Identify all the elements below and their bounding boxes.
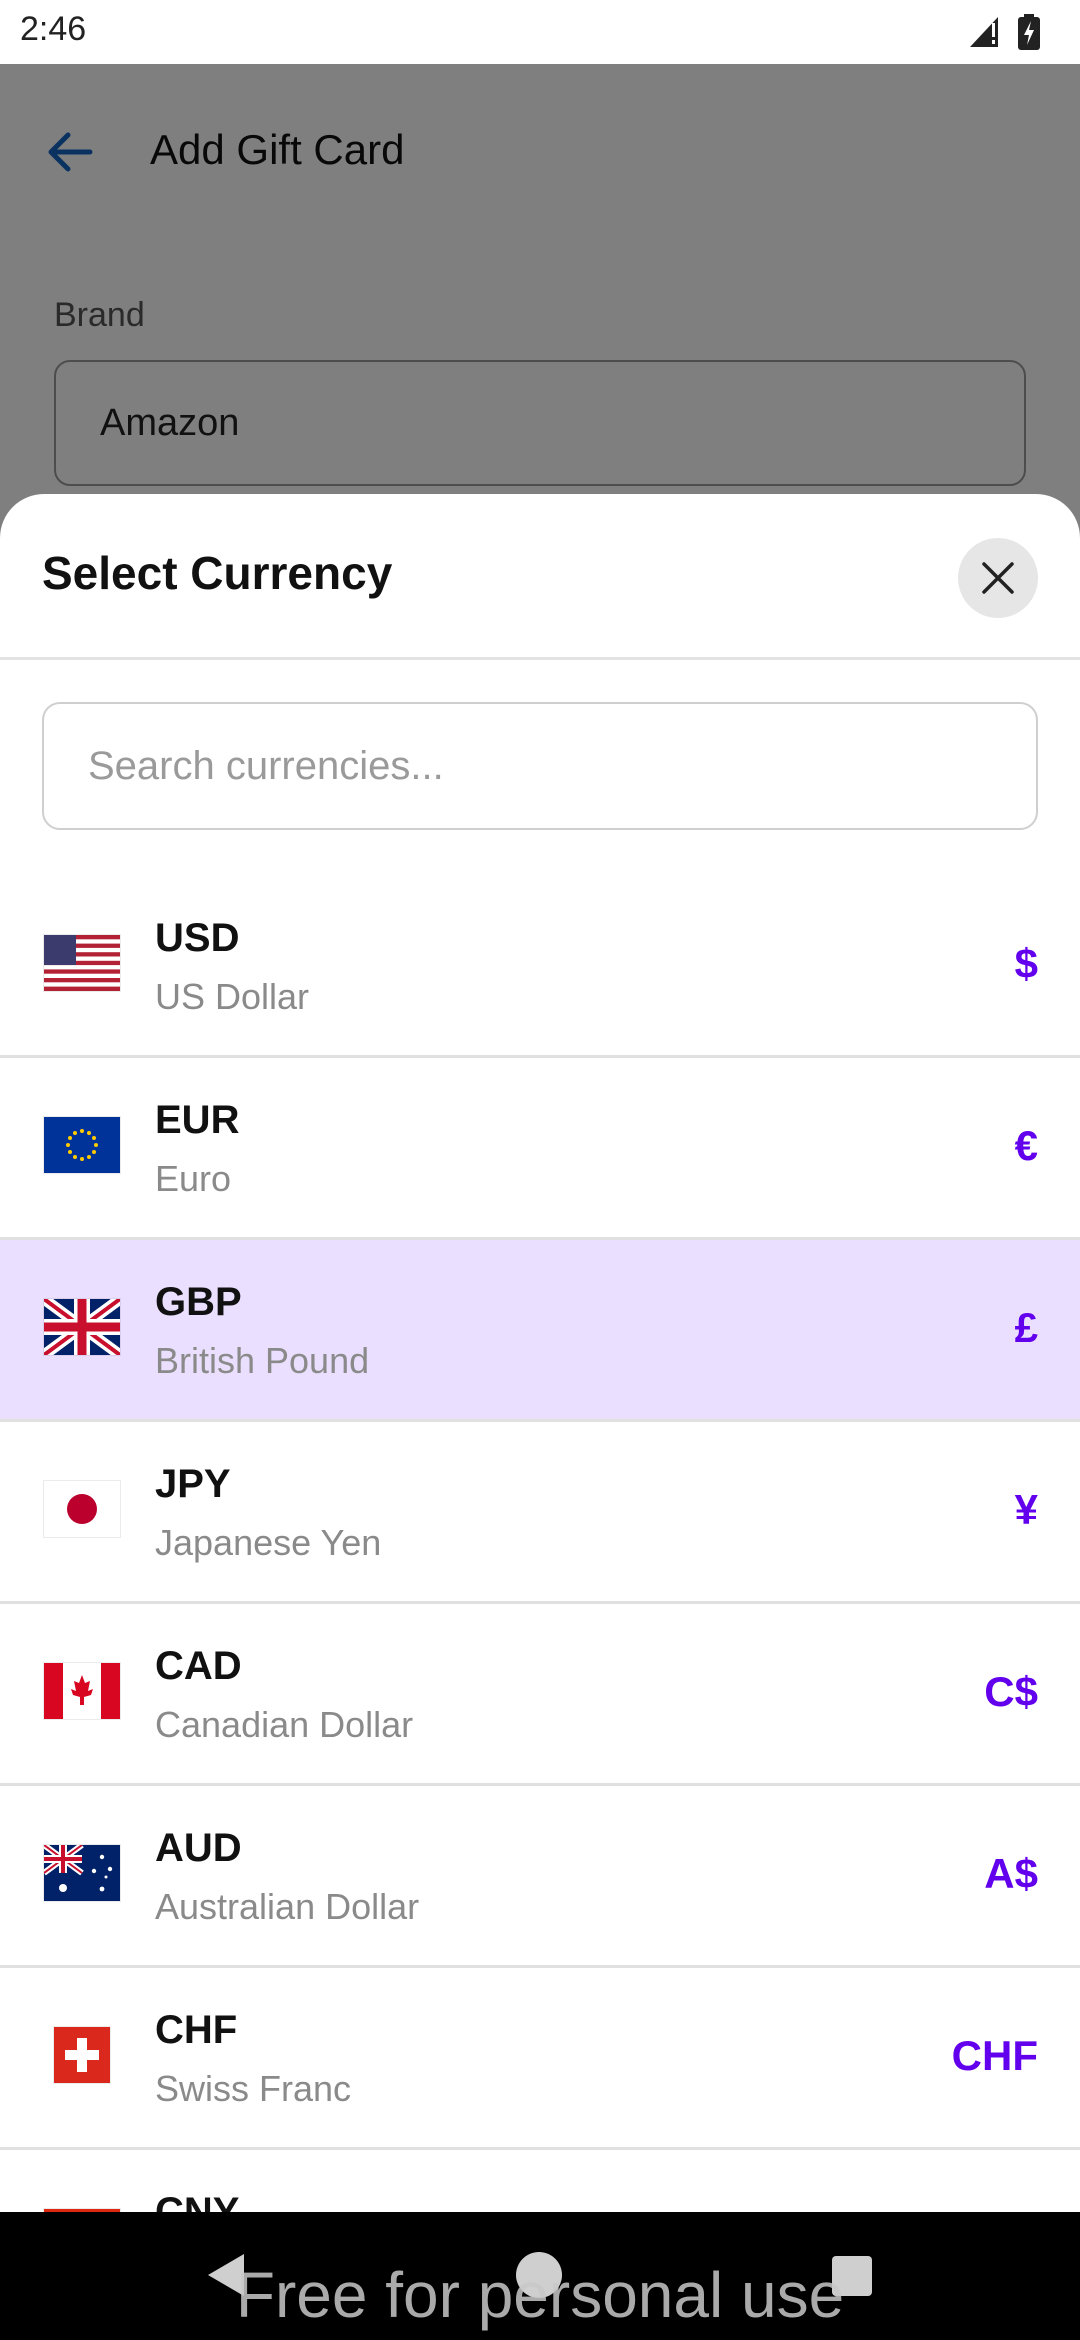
currency-name: Euro [155, 1158, 232, 1199]
currency-row-jpy[interactable]: JPY Japanese Yen ¥ [0, 1422, 1080, 1604]
status-time: 2:46 [20, 10, 87, 48]
currency-code: GBP [155, 1280, 242, 1324]
currency-name: Japanese Yen [155, 1522, 382, 1563]
close-icon [982, 562, 1014, 594]
currency-row-gbp[interactable]: GBP British Pound £ [0, 1240, 1080, 1422]
currency-name: Australian Dollar [155, 1886, 420, 1927]
close-button[interactable] [958, 538, 1038, 618]
sheet-header: Select Currency [0, 494, 1080, 660]
eu-flag-icon [44, 1117, 120, 1173]
currency-bottom-sheet: Select Currency Search currencies... USD… [0, 494, 1080, 2212]
status-bar: 2:46 [0, 0, 1080, 64]
currency-symbol: £ [1014, 1304, 1038, 1351]
currency-name: British Pound [155, 1340, 370, 1381]
currency-symbol: € [1014, 1122, 1038, 1169]
currency-symbol: CHF [951, 2032, 1038, 2079]
au-flag-icon [44, 1845, 120, 1901]
currency-row-chf[interactable]: CHF Swiss Franc CHF [0, 1968, 1080, 2150]
currency-symbol: $ [1014, 940, 1038, 987]
signal-icon [970, 17, 998, 47]
status-icons [968, 14, 1040, 50]
currency-code: AUD [155, 1826, 242, 1870]
currency-symbol: ¥ [1014, 1486, 1038, 1533]
currency-row-aud[interactable]: AUD Australian Dollar A$ [0, 1786, 1080, 1968]
currency-row-eur[interactable]: EUR Euro € [0, 1058, 1080, 1240]
watermark: Free for personal use [235, 2259, 845, 2331]
currency-row-cad[interactable]: CAD Canadian Dollar C$ [0, 1604, 1080, 1786]
currency-name: US Dollar [155, 976, 310, 1017]
currency-code: USD [155, 916, 240, 960]
currency-symbol: C$ [984, 1668, 1038, 1715]
currency-row-usd[interactable]: USD US Dollar $ [0, 876, 1080, 1058]
currency-code: JPY [155, 1462, 231, 1506]
currency-code: CNY [155, 2190, 240, 2212]
us-flag-icon [44, 935, 120, 991]
currency-symbol: A$ [984, 1850, 1038, 1897]
currency-code: CAD [155, 1644, 242, 1688]
ca-flag-icon [44, 1663, 120, 1719]
gb-flag-icon [44, 1299, 120, 1355]
currency-name: Swiss Franc [155, 2068, 352, 2109]
battery-icon [1018, 14, 1040, 50]
currency-code: EUR [155, 1098, 240, 1142]
sheet-title: Select Currency [42, 547, 393, 599]
search-input[interactable] [42, 702, 1038, 830]
jp-flag-icon [44, 1481, 120, 1537]
currency-list: USD US Dollar $ EUR Euro € GBP British P… [0, 876, 1080, 2212]
currency-row-cny[interactable]: CNY [0, 2150, 1080, 2212]
ch-flag-icon [54, 2027, 110, 2083]
currency-code: CHF [155, 2008, 238, 2052]
currency-name: Canadian Dollar [155, 1704, 414, 1745]
